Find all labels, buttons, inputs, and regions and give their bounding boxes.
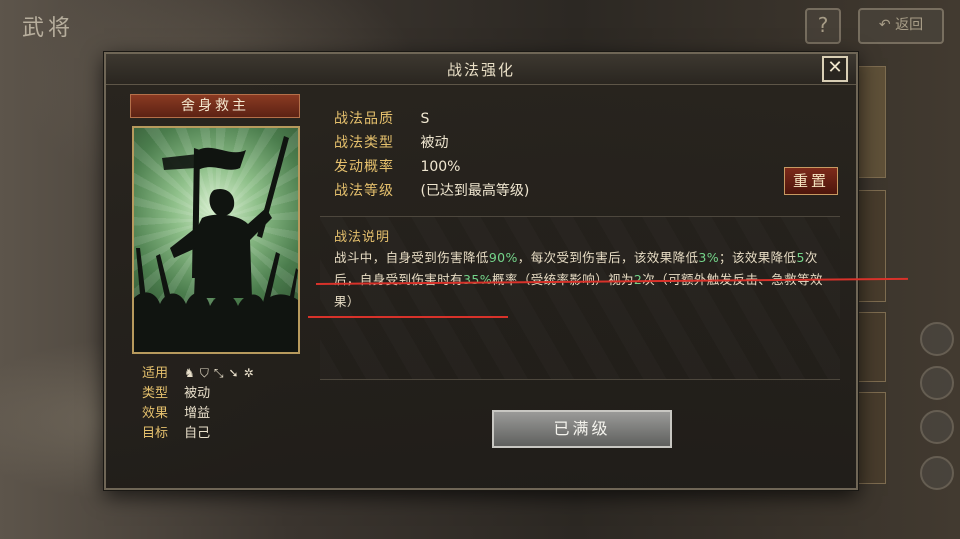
help-button[interactable]: ? [805,8,841,44]
attr-label: 适用 [142,366,169,381]
attr-label: 目标 [142,426,169,441]
dialog-title: 战法强化 [446,61,515,79]
back-button-label: 返回 [895,17,924,33]
desc-highlight: 3% [698,250,720,265]
info-level: 战法等级 (已达到最高等级) [334,180,529,200]
desc-highlight: 90% [488,250,518,265]
attr-row-apply: 适用 ♞ ⛉ ⤡ ➘ ✲ [142,362,254,382]
wheel-icon: ✲ [243,366,254,380]
desc-highlight: 5 [796,250,805,265]
dialog-header: 战法强化 ✕ [106,54,856,85]
info-value: S [420,111,430,127]
side-tab-4[interactable] [856,392,886,484]
side-round-button-4[interactable] [920,456,954,490]
warrior-illustration [134,136,298,352]
side-round-button-1[interactable] [920,322,954,356]
info-quality: 战法品质 S [334,108,429,128]
info-value: 100% [420,159,461,175]
attr-value: 被动 [184,386,211,401]
info-label: 战法品质 [334,111,394,127]
info-label: 发动概率 [334,159,394,175]
max-level-button[interactable]: 已满级 [492,410,672,448]
spear-icon: ➘ [228,366,239,380]
attr-row-target: 目标 自己 [142,422,210,442]
attr-value: 增益 [184,406,211,421]
skill-name: 舍身救主 [130,94,300,118]
skill-card-art [132,126,300,354]
description-title: 战法说明 [334,230,391,245]
desc-part: 战斗中，自身受到伤害降低 [334,250,489,265]
reset-button[interactable]: 重置 [784,167,838,195]
side-round-button-3[interactable] [920,410,954,444]
desc-part: ，每次受到伤害后，该效果降低 [517,250,699,265]
attr-label: 效果 [142,406,169,421]
attr-row-type: 类型 被动 [142,382,210,402]
desc-highlight: 35% [463,272,492,287]
side-tab-2[interactable] [856,190,886,302]
unit-type-icons: ♞ ⛉ ⤡ ➘ ✲ [184,366,254,381]
attr-label: 类型 [142,386,169,401]
annotation-underline-2 [308,316,508,318]
attr-row-effect: 效果 增益 [142,402,210,422]
info-value: 被动 [420,135,449,151]
shield-icon: ⛉ [199,366,209,380]
info-label: 战法类型 [334,135,394,151]
info-rate: 发动概率 100% [334,156,460,176]
side-tab-1[interactable] [856,66,886,178]
info-value: (已达到最高等级) [420,183,530,199]
skill-upgrade-dialog: 战法强化 ✕ 舍身救主 适用 ♞ ⛉ ⤡ ➘ ✲ 类型 被动 效果 增益 目标 … [104,52,858,490]
back-button[interactable]: ↶ 返回 [858,8,944,44]
desc-part: ；该效果降低 [719,250,797,265]
close-button[interactable]: ✕ [822,56,848,82]
attr-value: 自己 [184,426,211,441]
side-tab-3[interactable] [856,312,886,382]
bow-icon: ⤡ [213,366,224,380]
description-panel: 战法说明 战斗中，自身受到伤害降低90%，每次受到伤害后，该效果降低3%；该效果… [320,216,840,380]
cavalry-icon: ♞ [184,366,195,380]
info-type: 战法类型 被动 [334,132,448,152]
screen-title: 武将 [22,16,75,41]
side-round-button-2[interactable] [920,366,954,400]
info-label: 战法等级 [334,183,394,199]
back-arrow-icon: ↶ [878,17,891,33]
